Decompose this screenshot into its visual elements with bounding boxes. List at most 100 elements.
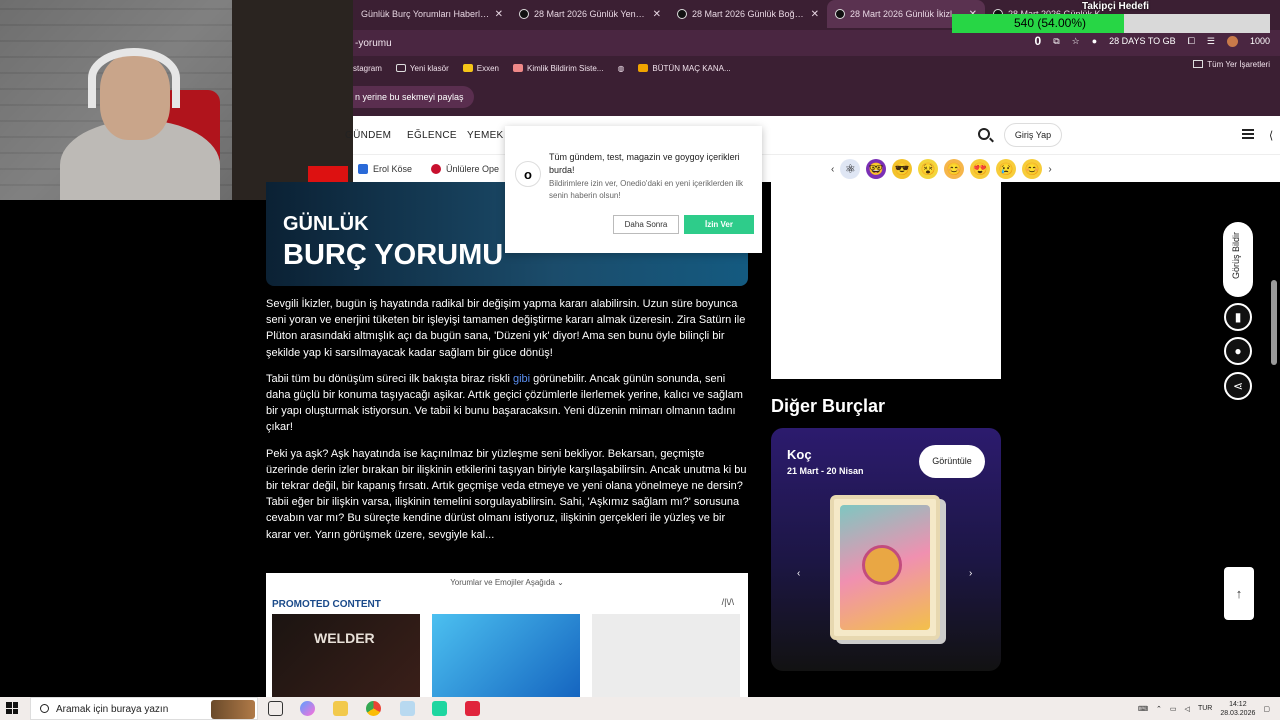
taskbar-search[interactable]: Aramak için buraya yazın — [30, 697, 258, 720]
emoji-icon[interactable]: 😢 — [996, 159, 1017, 179]
globe-icon: ◍ — [617, 63, 625, 73]
puzzle-icon[interactable]: ⧠ — [1188, 36, 1195, 47]
article-paragraph: Tabii tüm bu dönüşüm süreci ilk bakışta … — [266, 371, 748, 436]
copilot-icon[interactable] — [300, 701, 315, 716]
browser-tab[interactable]: 28 Mart 2026 Günlük Yengeç Burcu ✕ — [511, 0, 669, 28]
bookmark-item[interactable]: Kimlik Bildirim Siste... — [512, 64, 603, 73]
later-button[interactable]: Daha Sonra — [613, 215, 679, 234]
notifications-icon[interactable]: ▢ — [1263, 705, 1270, 713]
emoji-icon[interactable]: 😍 — [970, 159, 991, 179]
notification-message: Bildirimlere izin ver, Onedio'daki en ye… — [549, 179, 744, 200]
allow-button[interactable]: İzin Ver — [684, 215, 754, 234]
follower-goal-overlay: Takipçi Hedefi 540 (54.00%) — [952, 0, 1270, 34]
chrome-icon[interactable] — [366, 701, 381, 716]
zodiac-card[interactable]: Koç 21 Mart - 20 Nisan Görüntüle ‹ › — [771, 428, 1001, 671]
share-tab-bar[interactable]: n yerine bu sekmeyi paylaş — [353, 86, 474, 108]
article-body: Sevgili İkizler, bugün iş hayatında radi… — [266, 296, 748, 553]
windows-start-icon[interactable] — [6, 702, 18, 714]
language-indicator[interactable]: TUR — [1198, 705, 1212, 712]
feedback-button[interactable]: Görüş Bildir — [1223, 222, 1253, 297]
hero-title-line2: BURÇ YORUMU — [283, 239, 504, 271]
nav-eglence[interactable]: EĞLENCE — [407, 130, 457, 141]
bookmark-label: Exxen — [476, 63, 499, 73]
bookmark-item[interactable]: BÜTÜN MAÇ KANA... — [638, 64, 731, 73]
subnav-item[interactable]: Erol Köse — [358, 164, 412, 174]
volume-icon[interactable]: ◁ — [1185, 705, 1190, 713]
chevron-right-icon[interactable]: › — [969, 568, 972, 579]
days-badge[interactable]: 28 DAYS TO GB — [1109, 36, 1176, 46]
share-icon[interactable]: ⋖ — [1224, 372, 1252, 400]
tab-title: 28 Mart 2026 Günlük İkizler Burcu — [850, 9, 964, 19]
emoji-icon[interactable]: 😎 — [892, 159, 913, 179]
exxen-icon — [462, 64, 473, 72]
search-highlight-image — [211, 700, 255, 719]
ad-image-welder[interactable]: WELDER — [272, 614, 420, 697]
emoji-icon[interactable]: 😊 — [944, 159, 965, 179]
login-button[interactable]: Giriş Yap — [1004, 123, 1062, 147]
emoji-reactions: ‹ ⚛ 🤓 😎 😵 😊 😍 😢 😊 › — [831, 159, 1052, 179]
bookmark-item[interactable]: Exxen — [462, 63, 499, 73]
right-counter: 1000 — [1249, 36, 1270, 46]
app-icon[interactable] — [432, 701, 447, 716]
all-bookmarks-label: Tüm Yer İşaretleri — [1207, 60, 1270, 69]
notepad-icon[interactable] — [400, 701, 415, 716]
avatar[interactable] — [1226, 35, 1238, 47]
extension-icon[interactable]: ● — [1092, 36, 1097, 46]
subnav-label: Ünlülere Ope — [446, 164, 500, 174]
topic-icon — [358, 164, 368, 174]
emoji-icon[interactable]: 😵 — [918, 159, 939, 179]
ad-image-fashion[interactable] — [592, 614, 740, 697]
article-link[interactable]: gibi — [513, 373, 530, 385]
promoted-content-box: Yorumlar ve Emojiler Aşağıda ⌄ PROMOTED … — [266, 573, 748, 697]
network-icon[interactable]: ▭ — [1170, 705, 1177, 713]
bookmark-item[interactable]: Yeni klasör — [395, 64, 449, 73]
favicon-icon — [677, 9, 687, 19]
counter-text: 0 — [1034, 34, 1042, 48]
chevron-left-icon[interactable]: ‹ — [831, 164, 834, 175]
webcam-overlay — [0, 0, 353, 200]
tab-title: 28 Mart 2026 Günlük Boğa Burcu — [692, 9, 806, 19]
browser-tab[interactable]: 28 Mart 2026 Günlük Boğa Burcu ✕ — [669, 0, 827, 28]
sign-dates: 21 Mart - 20 Nisan — [787, 466, 864, 476]
emoji-icon[interactable]: ⚛ — [840, 159, 861, 179]
notification-popup: o Tüm gündem, test, magazin ve goygoy iç… — [505, 126, 762, 253]
share-icon[interactable]: ⟨ — [1269, 129, 1273, 142]
bookmark-icon[interactable]: ▮ — [1224, 303, 1252, 331]
ad-provider-logo[interactable]: /|\/\ — [722, 597, 734, 607]
emoji-icon[interactable]: 😊 — [1022, 159, 1043, 179]
menu-lines-icon[interactable]: ☰ — [1207, 36, 1215, 47]
nav-gundem[interactable]: GÜNDEM — [345, 130, 391, 141]
search-icon[interactable] — [978, 128, 990, 140]
scroll-to-top-button[interactable]: ↑ — [1224, 567, 1254, 620]
chevron-up-icon[interactable]: ⌃ — [1156, 705, 1162, 713]
file-explorer-icon[interactable] — [333, 701, 348, 716]
chevron-left-icon[interactable]: ‹ — [797, 568, 800, 579]
comments-toggle[interactable]: Yorumlar ve Emojiler Aşağıda ⌄ — [266, 578, 748, 587]
comments-icon[interactable]: ● — [1224, 337, 1252, 365]
tab-title: 28 Mart 2026 Günlük Yengeç Burcu — [534, 9, 648, 19]
favicon-icon — [519, 9, 529, 19]
view-button[interactable]: Görüntüle — [919, 445, 985, 478]
bookmark-item[interactable]: stagram — [353, 64, 382, 73]
ad-image-percent[interactable] — [432, 614, 580, 697]
keyboard-icon[interactable]: ⌨ — [1138, 705, 1148, 713]
bookmark-item[interactable]: ◍ — [617, 64, 624, 73]
star-icon[interactable]: ☆ — [1072, 36, 1080, 47]
app-icon[interactable] — [465, 701, 480, 716]
close-icon[interactable]: ✕ — [653, 9, 661, 20]
chevron-right-icon[interactable]: › — [1048, 164, 1051, 175]
emoji-icon[interactable]: 🤓 — [866, 159, 887, 179]
nav-yemek[interactable]: YEMEK — [467, 130, 504, 141]
hamburger-menu-icon[interactable] — [1242, 129, 1254, 139]
screen-share-icon[interactable]: ⧉ — [1053, 36, 1059, 47]
task-view-icon[interactable] — [268, 701, 283, 716]
scrollbar-thumb[interactable] — [1271, 280, 1277, 365]
close-icon[interactable]: ✕ — [811, 9, 819, 20]
close-icon[interactable]: ✕ — [495, 9, 503, 20]
windows-taskbar: Aramak için buraya yazın ⌨ ⌃ ▭ ◁ TUR 14:… — [0, 697, 1280, 720]
bookmarks-bar: stagram Yeni klasör Exxen Kimlik Bildiri… — [353, 58, 1280, 78]
browser-tab[interactable]: Günlük Burç Yorumları Haberleri ✕ — [353, 0, 511, 28]
all-bookmarks[interactable]: Tüm Yer İşaretleri — [1193, 60, 1270, 69]
subnav-item[interactable]: Ünlülere Ope — [431, 164, 499, 174]
clock[interactable]: 14:12 28.03.2026 — [1220, 700, 1255, 718]
